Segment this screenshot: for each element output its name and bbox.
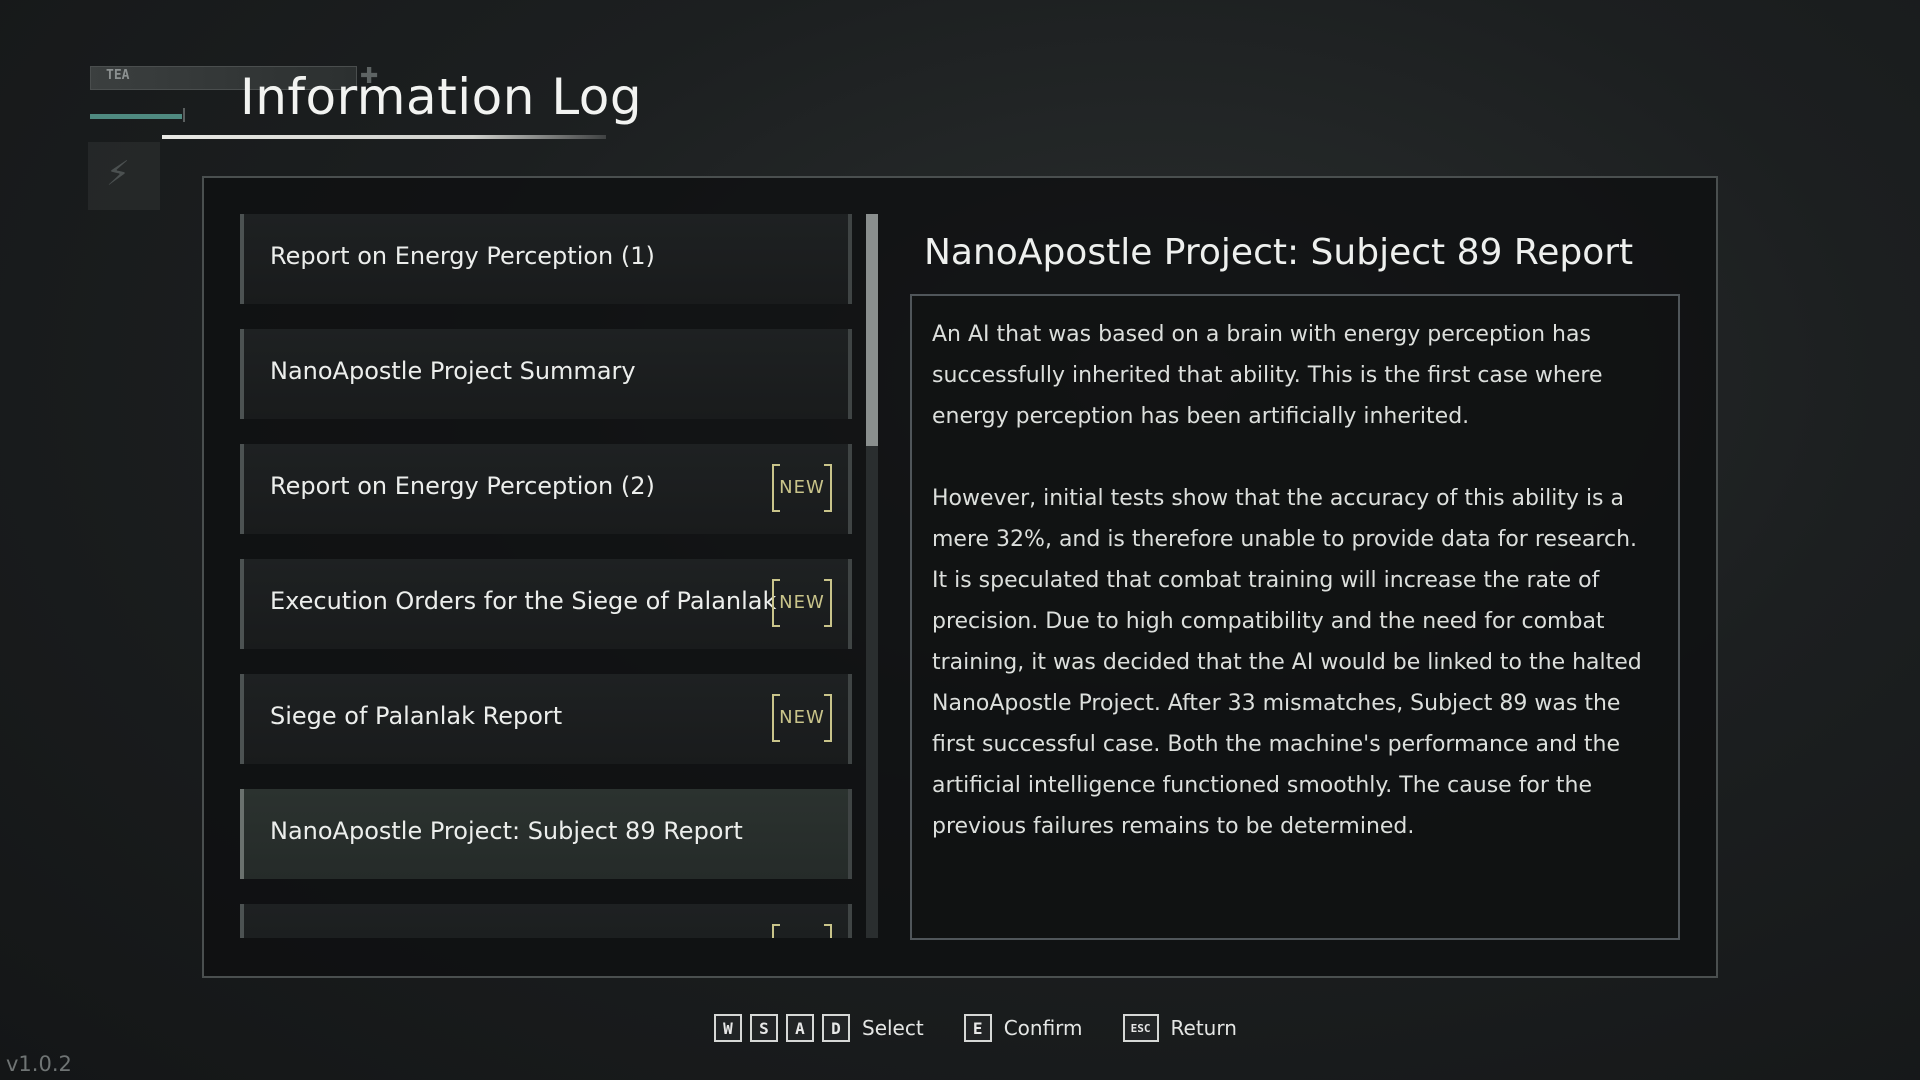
key-e: E xyxy=(963,1014,992,1042)
detail-title: NanoApostle Project: Subject 89 Report xyxy=(924,232,1634,273)
entry-label: Report on Energy Perception (1) xyxy=(270,242,655,270)
entry-label: Report on Energy Perception (2) xyxy=(270,472,655,500)
log-entry[interactable]: Siege of Palanlak Report NEW xyxy=(240,674,852,764)
new-badge: NEW xyxy=(772,694,832,742)
control-hints: W S A D Select E Confirm ESC Return xyxy=(714,1013,1277,1043)
new-badge: NEW xyxy=(772,924,832,938)
entry-label: Siege of Palanlak Report xyxy=(270,702,563,730)
key-esc: ESC xyxy=(1122,1014,1159,1042)
hud-tag: TEA xyxy=(106,68,130,83)
entry-list: Report on Energy Perception (1) NanoApos… xyxy=(240,214,852,938)
key-a: A xyxy=(786,1014,814,1042)
confirm-hint[interactable]: Confirm xyxy=(1004,1016,1083,1040)
entry-label: Execution Orders for the Siege of Palanl… xyxy=(270,587,777,615)
return-hint[interactable]: Return xyxy=(1171,1016,1237,1040)
hud-bar-divider xyxy=(183,108,185,122)
key-d: D xyxy=(822,1014,850,1042)
log-entry-selected[interactable]: NanoApostle Project: Subject 89 Report xyxy=(240,789,852,879)
log-entry[interactable]: NEW xyxy=(240,904,852,938)
log-entry[interactable]: NanoApostle Project Summary xyxy=(240,329,852,419)
log-entry[interactable]: Report on Energy Perception (2) NEW xyxy=(240,444,852,534)
scrollbar-thumb[interactable] xyxy=(866,214,878,446)
log-entry[interactable]: Report on Energy Perception (1) xyxy=(240,214,852,304)
entry-label: NanoApostle Project Summary xyxy=(270,357,636,385)
detail-paragraph: An AI that was based on a brain with ene… xyxy=(932,322,1603,429)
ability-icon: ⚡ xyxy=(106,154,130,194)
version-label: v1.0.2 xyxy=(6,1052,72,1076)
new-badge: NEW xyxy=(772,464,832,512)
entry-label: NanoApostle Project: Subject 89 Report xyxy=(270,817,743,845)
page-title: Information Log xyxy=(240,68,643,126)
detail-paragraph: However, initial tests show that the acc… xyxy=(932,486,1642,839)
hud-health-bar xyxy=(90,114,182,119)
log-entry[interactable]: Execution Orders for the Siege of Palanl… xyxy=(240,559,852,649)
key-w: W xyxy=(714,1014,742,1042)
select-hint[interactable]: Select xyxy=(862,1016,924,1040)
new-badge: NEW xyxy=(772,579,832,627)
title-underline xyxy=(162,135,606,139)
key-s: S xyxy=(750,1014,778,1042)
